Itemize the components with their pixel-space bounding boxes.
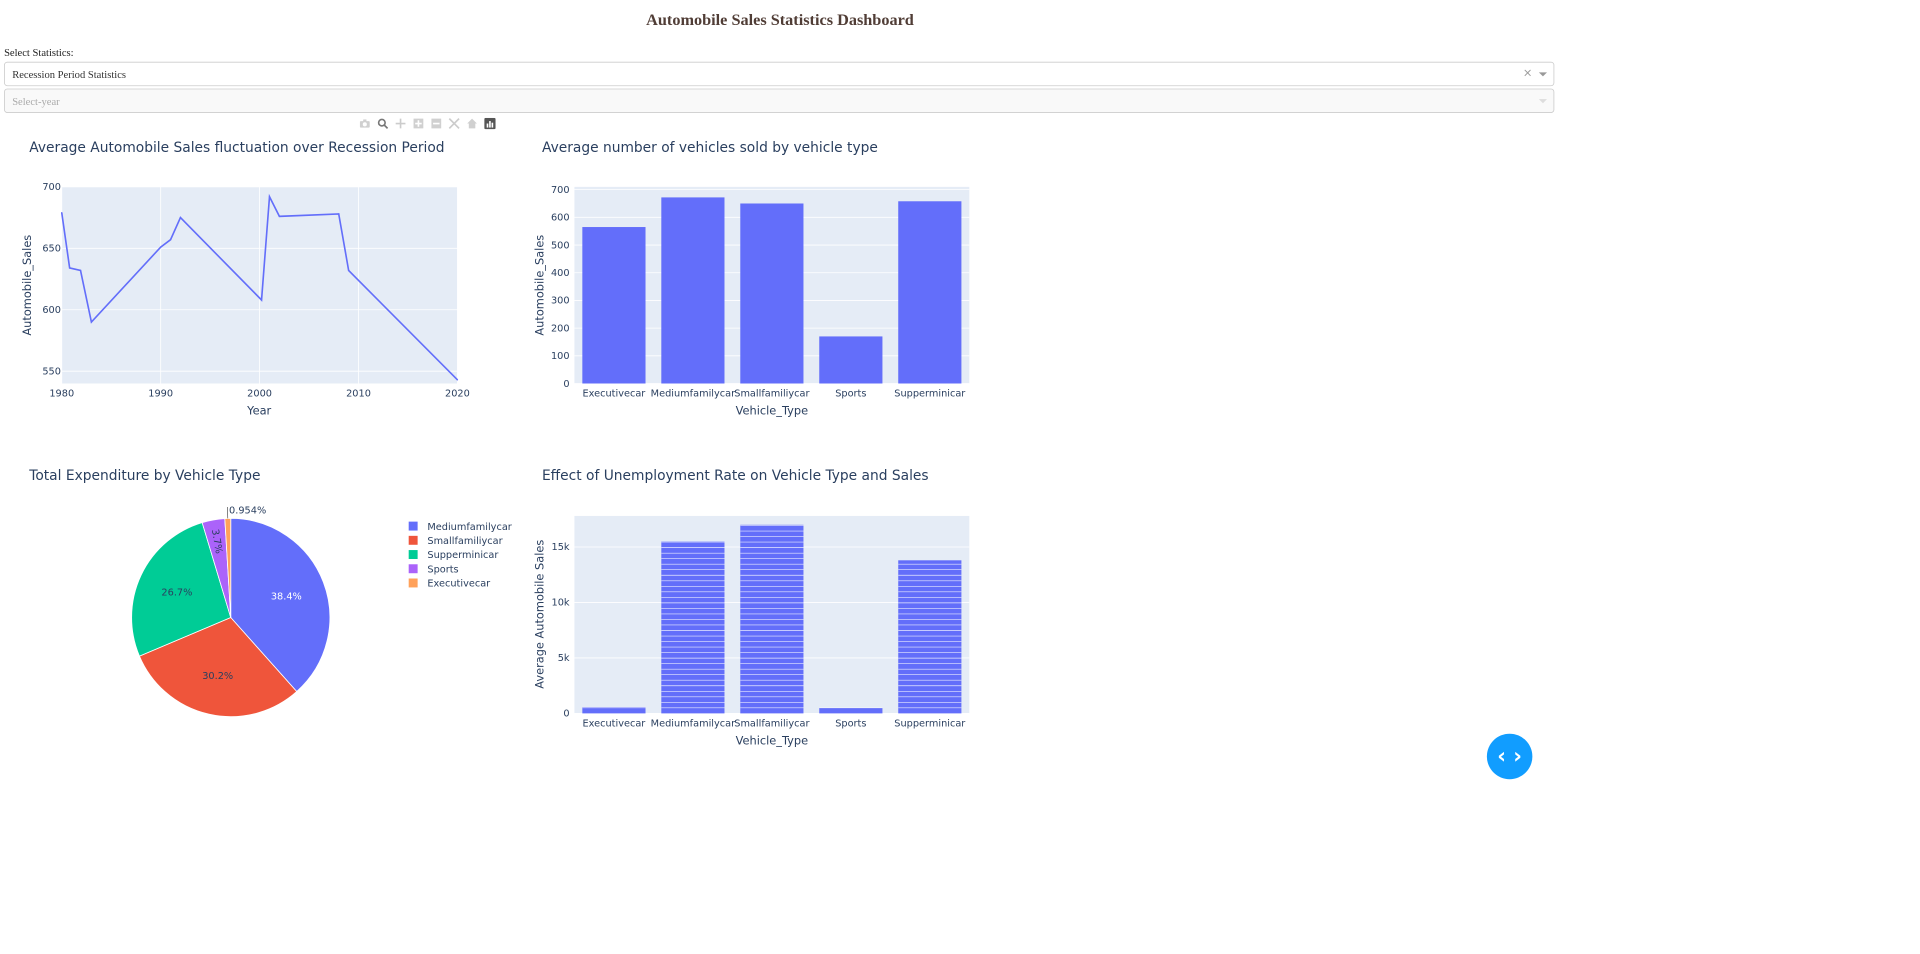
x-tick-label: 2020 (445, 389, 470, 400)
x-tick-label: Smallfamiliycar (734, 389, 810, 400)
y-tick-label: 500 (551, 240, 570, 251)
legend-swatch (408, 535, 418, 545)
x-tick-label: 1980 (49, 389, 74, 400)
bar (661, 197, 725, 384)
pie-slice-label: 30.2% (202, 671, 233, 682)
x-tick-label: Supperminicar (894, 718, 966, 729)
y-tick-label: 300 (551, 296, 570, 307)
y-axis-label: Automobile_Sales (20, 235, 34, 336)
pie-slice-label: 38.4% (271, 592, 302, 603)
y-tick-label: 700 (42, 182, 61, 193)
y-tick-label: 100 (551, 351, 570, 362)
clear-icon[interactable]: × (1523, 67, 1533, 80)
statistics-dropdown[interactable]: Recession Period Statistics × (4, 61, 1555, 87)
legend-swatch (408, 564, 418, 574)
data-point (268, 196, 271, 198)
dashboard-page: Automobile Sales Statistics Dashboard Se… (0, 0, 1560, 780)
legend-label: Mediumfamilycar (427, 522, 512, 533)
x-tick-label: Mediumfamilycar (651, 718, 736, 729)
x-tick-label: Executivecar (583, 389, 647, 400)
chevron-down-icon[interactable] (1538, 99, 1547, 104)
line-chart-recession-sales: Average Automobile Sales fluctuation ove… (20, 140, 470, 417)
data-point (79, 269, 82, 272)
legend-swatch (408, 521, 418, 531)
chart-title: Average number of vehicles sold by vehic… (542, 140, 878, 156)
bar-chart-vehicle-type: Average number of vehicles sold by vehic… (533, 140, 970, 417)
pie-chart-expenditure: Total Expenditure by Vehicle Type 38.4% 3… (28, 468, 513, 718)
x-axis-label: Vehicle_Type (736, 733, 808, 747)
bar (582, 227, 646, 384)
data-point (69, 267, 71, 269)
bar (819, 707, 883, 714)
data-point (160, 246, 162, 248)
x-tick-label: 1990 (148, 389, 173, 400)
pie-slice-label: 0.954% (229, 506, 266, 517)
x-tick-label: Sports (835, 389, 866, 400)
data-point (456, 379, 459, 381)
chart-title: Average Automobile Sales fluctuation ove… (29, 140, 444, 156)
legend-swatch (408, 578, 418, 588)
y-tick-label: 5k (558, 653, 570, 664)
y-tick-label: 0 (563, 709, 569, 720)
chart-title: Total Expenditure by Vehicle Type (28, 468, 260, 484)
x-axis-label: Vehicle_Type (736, 403, 808, 417)
y-tick-label: 15k (552, 542, 570, 553)
legend-label: Smallfamiliycar (427, 536, 503, 547)
page-title: Automobile Sales Statistics Dashboard (646, 11, 914, 30)
y-tick-label: 10k (552, 598, 570, 609)
data-point (169, 239, 172, 241)
x-tick-label: Sports (835, 718, 866, 729)
bar-chart-unemployment: Effect of Unemployment Rate on Vehicle T… (533, 468, 970, 747)
x-tick-label: Mediumfamilycar (651, 389, 736, 400)
y-tick-label: 0 (563, 379, 569, 390)
x-tick-label: Executivecar (583, 718, 647, 729)
statistics-label: Select Statistics: (4, 46, 74, 59)
y-tick-label: 550 (42, 366, 61, 377)
legend-label: Executivecar (427, 579, 491, 590)
y-axis-label: Automobile_Sales (533, 235, 547, 336)
data-point (90, 321, 93, 323)
bar (740, 203, 804, 384)
code-toggle-button[interactable]: ‹ › (1486, 733, 1533, 780)
y-tick-label: 600 (551, 213, 570, 224)
chevron-down-icon[interactable] (1538, 72, 1547, 77)
legend-label: Supperminicar (427, 550, 499, 561)
data-point (338, 213, 340, 215)
x-tick-label: Smallfamiliycar (734, 718, 810, 729)
y-tick-label: 700 (551, 185, 570, 196)
bar (898, 201, 962, 384)
bar (898, 560, 962, 714)
data-point (278, 215, 281, 218)
bar (661, 541, 725, 714)
pie-slice-label: 26.7% (161, 587, 192, 598)
x-axis-label: Year (246, 403, 271, 417)
x-tick-label: Supperminicar (894, 389, 966, 400)
statistics-selected-value: Recession Period Statistics (12, 68, 127, 81)
x-tick-label: 2000 (247, 389, 272, 400)
legend-swatch (408, 550, 418, 559)
legend-label: Sports (427, 564, 458, 575)
year-dropdown[interactable]: Select-year (4, 88, 1555, 113)
data-point (179, 216, 182, 219)
data-point (61, 212, 63, 214)
y-tick-label: 400 (551, 268, 570, 279)
data-point (260, 299, 263, 301)
bar (819, 336, 883, 384)
y-tick-label: 200 (551, 323, 570, 334)
chart-title: Effect of Unemployment Rate on Vehicle T… (542, 468, 929, 484)
y-axis-label: Average Automobile Sales (533, 540, 547, 689)
y-tick-label: 600 (42, 305, 61, 316)
data-point (347, 269, 350, 272)
y-tick-label: 650 (42, 244, 61, 255)
year-placeholder: Select-year (12, 95, 60, 108)
x-tick-label: 2010 (346, 389, 371, 400)
